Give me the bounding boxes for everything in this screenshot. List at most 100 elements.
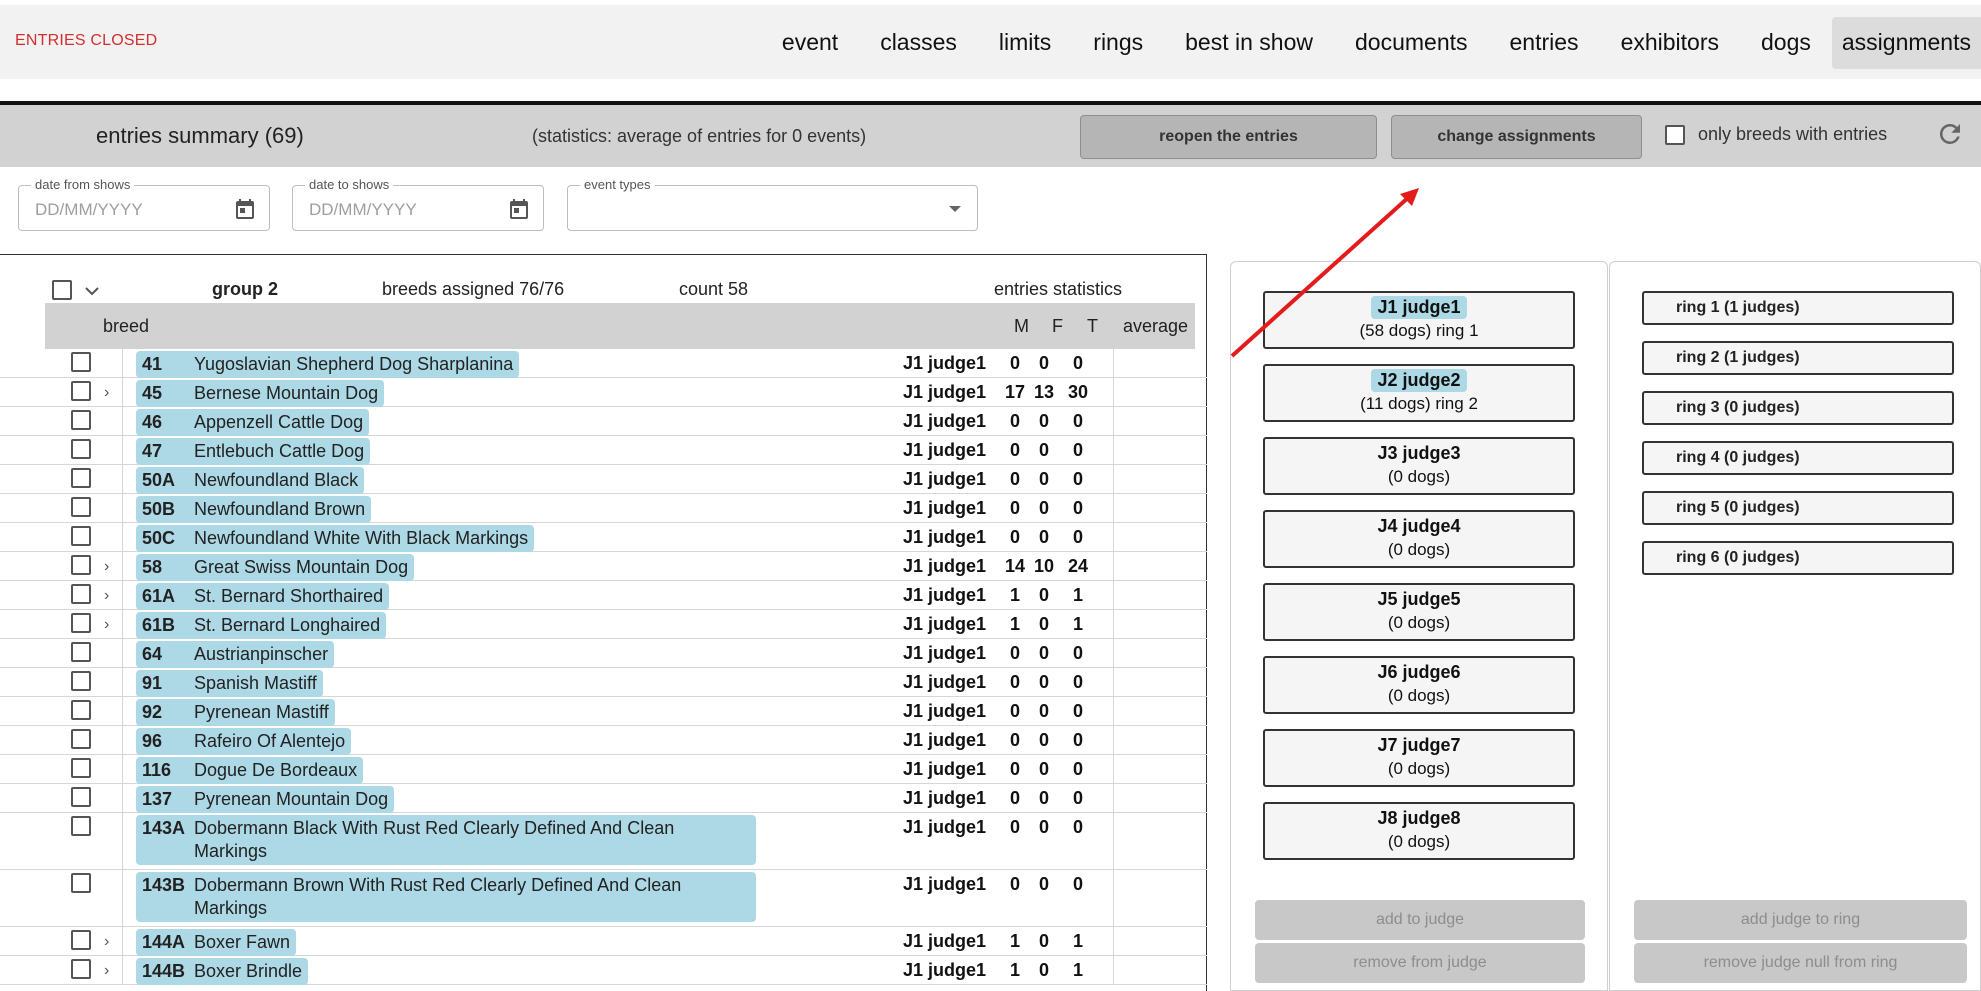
row-checkbox[interactable] <box>71 700 91 720</box>
row-checkbox[interactable] <box>71 959 91 979</box>
breed-pill[interactable]: 61A St. Bernard Shorthaired <box>136 583 390 610</box>
breed-pill[interactable]: 45 Bernese Mountain Dog <box>136 380 385 407</box>
table-row[interactable]: 143A Dobermann Black With Rust Red Clearl… <box>0 813 1207 870</box>
breed-pill[interactable]: 50B Newfoundland Brown <box>136 496 372 523</box>
chevron-right-icon[interactable]: › <box>104 587 109 605</box>
breed-pill[interactable]: 137 Pyrenean Mountain Dog <box>136 786 395 813</box>
table-row[interactable]: 50A Newfoundland Black J1 judge1 0 0 0 <box>0 465 1207 494</box>
add-to-judge-button[interactable]: add to judge <box>1255 900 1585 940</box>
breed-pill[interactable]: 46 Appenzell Cattle Dog <box>136 409 370 436</box>
nav-best-in-show[interactable]: best in show <box>1164 17 1334 69</box>
table-row[interactable]: › 45 Bernese Mountain Dog J1 judge1 17 13 30 <box>0 378 1207 407</box>
ring-card[interactable]: ring 1 (1 judges) <box>1642 291 1954 325</box>
nav-entries[interactable]: entries <box>1489 17 1600 69</box>
table-row[interactable]: 137 Pyrenean Mountain Dog J1 judge1 0 0 0 <box>0 784 1207 813</box>
row-checkbox[interactable] <box>71 526 91 546</box>
ring-card[interactable]: ring 6 (0 judges) <box>1642 541 1954 575</box>
row-checkbox[interactable] <box>71 671 91 691</box>
breed-pill[interactable]: 58 Great Swiss Mountain Dog <box>136 554 415 581</box>
breed-pill[interactable]: 143B Dobermann Brown With Rust Red Clearl… <box>136 872 756 922</box>
row-checkbox[interactable] <box>71 468 91 488</box>
judge-card[interactable]: J2 judge2 (11 dogs) ring 2 <box>1263 364 1575 422</box>
breed-pill[interactable]: 91 Spanish Mastiff <box>136 670 323 697</box>
table-row[interactable]: › 61A St. Bernard Shorthaired J1 judge1 1 0 1 <box>0 581 1207 610</box>
row-checkbox[interactable] <box>71 410 91 430</box>
row-checkbox[interactable] <box>71 873 91 893</box>
breed-pill[interactable]: 144B Boxer Brindle <box>136 958 309 985</box>
ring-card[interactable]: ring 3 (0 judges) <box>1642 391 1954 425</box>
calendar-icon[interactable] <box>507 196 531 222</box>
row-checkbox[interactable] <box>71 787 91 807</box>
judge-card[interactable]: J8 judge8 (0 dogs) <box>1263 802 1575 860</box>
breed-pill[interactable]: 50A Newfoundland Black <box>136 467 365 494</box>
nav-dogs[interactable]: dogs <box>1740 17 1832 69</box>
judge-card[interactable]: J6 judge6 (0 dogs) <box>1263 656 1575 714</box>
ring-card[interactable]: ring 2 (1 judges) <box>1642 341 1954 375</box>
calendar-icon[interactable] <box>233 196 257 222</box>
judge-card[interactable]: J4 judge4 (0 dogs) <box>1263 510 1575 568</box>
date-to-input[interactable]: DD/MM/YYYY <box>309 200 417 220</box>
table-row[interactable]: › 61B St. Bernard Longhaired J1 judge1 1 0 1 <box>0 610 1207 639</box>
select-all-checkbox[interactable] <box>52 280 72 300</box>
chevron-right-icon[interactable]: › <box>104 616 109 634</box>
breed-pill[interactable]: 116 Dogue De Bordeaux <box>136 757 364 784</box>
breed-pill[interactable]: 41 Yugoslavian Shepherd Dog Sharplanina <box>136 351 520 378</box>
nav-classes[interactable]: classes <box>859 17 978 69</box>
breed-pill[interactable]: 50C Newfoundland White With Black Marking… <box>136 525 535 552</box>
table-row[interactable]: 64 Austrianpinscher J1 judge1 0 0 0 <box>0 639 1207 668</box>
ring-card[interactable]: ring 4 (0 judges) <box>1642 441 1954 475</box>
row-checkbox[interactable] <box>71 497 91 517</box>
table-row[interactable]: 116 Dogue De Bordeaux J1 judge1 0 0 0 <box>0 755 1207 784</box>
only-breeds-checkbox[interactable] <box>1665 125 1685 145</box>
row-checkbox[interactable] <box>71 758 91 778</box>
table-row[interactable]: › 58 Great Swiss Mountain Dog J1 judge1 14 10… <box>0 552 1207 581</box>
nav-limits[interactable]: limits <box>978 17 1072 69</box>
table-row[interactable]: 91 Spanish Mastiff J1 judge1 0 0 0 <box>0 668 1207 697</box>
refresh-icon[interactable] <box>1935 119 1965 149</box>
breed-pill[interactable]: 92 Pyrenean Mastiff <box>136 699 335 726</box>
chevron-right-icon[interactable]: › <box>104 558 109 576</box>
add-judge-to-ring-button[interactable]: add judge to ring <box>1634 900 1967 940</box>
judge-card[interactable]: J3 judge3 (0 dogs) <box>1263 437 1575 495</box>
nav-rings[interactable]: rings <box>1072 17 1164 69</box>
breed-pill[interactable]: 96 Rafeiro Of Alentejo <box>136 728 352 755</box>
date-to-field[interactable]: date to shows DD/MM/YYYY <box>292 177 544 231</box>
row-checkbox[interactable] <box>71 584 91 604</box>
table-row[interactable]: 50C Newfoundland White With Black Marking… <box>0 523 1207 552</box>
remove-judge-from-ring-button[interactable]: remove judge null from ring <box>1634 943 1967 983</box>
table-row[interactable]: 47 Entlebuch Cattle Dog J1 judge1 0 0 0 <box>0 436 1207 465</box>
reopen-entries-button[interactable]: reopen the entries <box>1080 115 1377 159</box>
row-checkbox[interactable] <box>71 381 91 401</box>
row-checkbox[interactable] <box>71 439 91 459</box>
breed-pill[interactable]: 47 Entlebuch Cattle Dog <box>136 438 371 465</box>
table-row[interactable]: 96 Rafeiro Of Alentejo J1 judge1 0 0 0 <box>0 726 1207 755</box>
table-row[interactable]: 143B Dobermann Brown With Rust Red Clearl… <box>0 870 1207 927</box>
judge-card[interactable]: J5 judge5 (0 dogs) <box>1263 583 1575 641</box>
table-row[interactable]: › 144B Boxer Brindle J1 judge1 1 0 1 <box>0 956 1207 985</box>
date-from-input[interactable]: DD/MM/YYYY <box>35 200 143 220</box>
change-assignments-button[interactable]: change assignments <box>1391 115 1642 159</box>
nav-assignments[interactable]: assignments <box>1831 17 1981 69</box>
breed-pill[interactable]: 143A Dobermann Black With Rust Red Clearl… <box>136 815 756 865</box>
table-row[interactable]: › 144A Boxer Fawn J1 judge1 1 0 1 <box>0 927 1207 956</box>
breed-pill[interactable]: 61B St. Bernard Longhaired <box>136 612 387 639</box>
breed-pill[interactable]: 64 Austrianpinscher <box>136 641 335 668</box>
table-row[interactable]: 50B Newfoundland Brown J1 judge1 0 0 0 <box>0 494 1207 523</box>
chevron-down-icon[interactable] <box>84 284 100 298</box>
table-row[interactable]: 46 Appenzell Cattle Dog J1 judge1 0 0 0 <box>0 407 1207 436</box>
date-from-field[interactable]: date from shows DD/MM/YYYY <box>18 177 270 231</box>
nav-exhibitors[interactable]: exhibitors <box>1600 17 1740 69</box>
ring-card[interactable]: ring 5 (0 judges) <box>1642 491 1954 525</box>
row-checkbox[interactable] <box>71 930 91 950</box>
dropdown-arrow-icon[interactable] <box>949 206 961 212</box>
nav-event[interactable]: event <box>761 17 859 69</box>
row-checkbox[interactable] <box>71 642 91 662</box>
breed-pill[interactable]: 144A Boxer Fawn <box>136 929 297 956</box>
row-checkbox[interactable] <box>71 352 91 372</box>
row-checkbox[interactable] <box>71 613 91 633</box>
row-checkbox[interactable] <box>71 729 91 749</box>
event-types-select[interactable]: event types <box>567 177 978 231</box>
chevron-right-icon[interactable]: › <box>104 933 109 951</box>
remove-from-judge-button[interactable]: remove from judge <box>1255 943 1585 983</box>
row-checkbox[interactable] <box>71 816 91 836</box>
